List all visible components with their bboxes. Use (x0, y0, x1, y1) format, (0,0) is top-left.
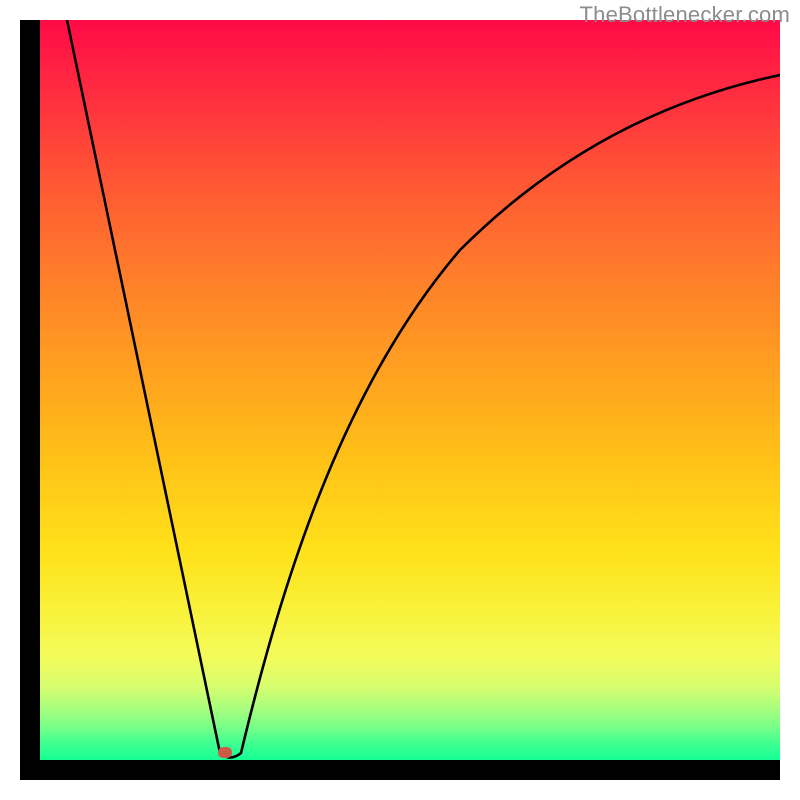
chart-frame (20, 20, 780, 780)
optimal-point-marker (218, 747, 232, 758)
bottleneck-curve (40, 20, 780, 760)
plot-area (40, 20, 780, 760)
curve-path (67, 20, 780, 758)
watermark-text: TheBottlenecker.com (580, 2, 790, 28)
chart-container: TheBottlenecker.com (0, 0, 800, 800)
